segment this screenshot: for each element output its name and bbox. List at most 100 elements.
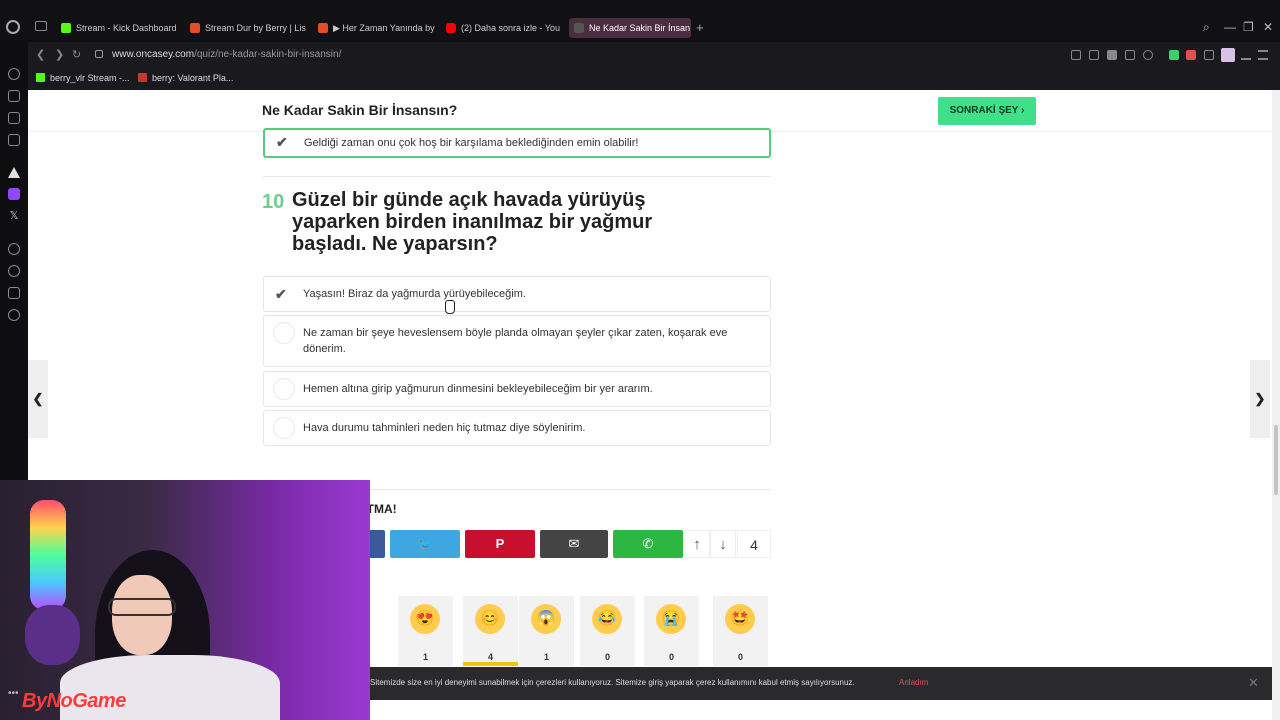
whatsapp-share-button[interactable]: ✆ <box>613 530 683 558</box>
bynogame-logo: ByNoGame <box>22 690 126 712</box>
tab-her-zaman[interactable]: ▶ Her Zaman Yanında by <box>313 18 435 38</box>
cry-emoji-icon: 😭 <box>656 604 686 634</box>
cookie-close-icon[interactable]: ✕ <box>1248 675 1259 691</box>
restore-icon[interactable]: ❐ <box>1243 20 1254 34</box>
checkmark-icon: ✔ <box>275 286 287 302</box>
cookie-text: Sitemizde size en iyi deneyimi sunabilme… <box>370 678 855 687</box>
tab-label: (2) Daha sonra izle - You <box>461 23 561 33</box>
tab-label: ▶ Her Zaman Yanında by <box>333 23 435 33</box>
reaction-star-struck[interactable]: 🤩 0 <box>713 596 768 666</box>
messenger-icon[interactable] <box>8 134 20 146</box>
answer-text: Hemen altına girip yağmurun dinmesini be… <box>303 383 653 395</box>
adblock-icon[interactable] <box>1186 50 1196 60</box>
twitch-icon[interactable] <box>8 188 20 200</box>
kick-icon <box>36 73 45 82</box>
downvote-arrow-icon[interactable]: ↓ <box>710 530 736 558</box>
page-scrollbar[interactable] <box>1272 90 1280 720</box>
tab-stream-dur[interactable]: Stream Dur by Berry | Lis <box>185 18 307 38</box>
new-tab-icon[interactable]: + <box>696 20 704 35</box>
tab-kick-dashboard[interactable]: Stream - Kick Dashboard <box>56 18 178 38</box>
extensions-icon[interactable] <box>8 287 20 299</box>
tab-youtube[interactable]: (2) Daha sonra izle - You <box>441 18 563 38</box>
bookmark-kick[interactable]: berry_vlr Stream -... <box>36 73 130 83</box>
reload-icon[interactable]: ↻ <box>72 48 81 61</box>
tab-quiz-active[interactable]: Ne Kadar Sakin Bir İnsan <box>569 18 691 38</box>
answer-option-4[interactable]: Hava durumu tahminleri neden hiç tutmaz … <box>263 410 771 446</box>
search-icon[interactable]: ⌕ <box>1203 20 1210 35</box>
download-icon[interactable] <box>1241 50 1251 60</box>
reaction-count: 1 <box>543 652 549 662</box>
bookmarks-bar: berry_vlr Stream -... berry: Valorant Pl… <box>28 68 1280 90</box>
profile-avatar[interactable] <box>1221 48 1235 62</box>
reaction-count: 4 <box>487 652 493 662</box>
upvote-arrow-icon[interactable]: ↑ <box>684 530 710 558</box>
history-icon[interactable] <box>8 68 20 80</box>
reaction-count: 0 <box>604 652 610 662</box>
settings-gear-icon[interactable] <box>8 309 20 321</box>
scrollbar-thumb[interactable] <box>1274 425 1278 495</box>
reaction-count: 0 <box>668 652 674 662</box>
pinterest-share-button[interactable]: P <box>465 530 535 558</box>
question-number: 10 <box>262 191 285 213</box>
next-thing-button[interactable]: SONRAKİ ŞEY › <box>938 97 1036 125</box>
bookmark-label: berry_vlr Stream -... <box>50 73 130 83</box>
glasses <box>108 598 176 616</box>
prev-page-arrow-icon[interactable]: ❮ <box>28 360 48 438</box>
answer-text: Yaşasın! Biraz da yağmurda yürüyebileceğ… <box>303 288 526 300</box>
reaction-smile[interactable]: 😊 4 <box>463 596 518 666</box>
email-share-button[interactable]: ✉ <box>540 530 608 558</box>
reaction-love[interactable]: 😍 1 <box>398 596 453 666</box>
crop-icon[interactable] <box>1089 50 1099 60</box>
tab-label: Stream - Kick Dashboard <box>76 23 177 33</box>
answer-radio[interactable] <box>273 417 295 439</box>
tab-switcher-icon[interactable] <box>35 21 47 31</box>
previous-answer-card[interactable]: ✔ Geldiği zaman onu çok hoş bir karşılam… <box>263 128 771 158</box>
minimize-icon[interactable]: — <box>1224 20 1236 34</box>
valorant-icon <box>138 73 147 82</box>
answer-option-2[interactable]: Ne zaman bir şeye heveslensem böyle plan… <box>263 315 771 367</box>
snapshot-icon[interactable] <box>1071 50 1081 60</box>
player-icon[interactable] <box>1125 50 1135 60</box>
back-icon[interactable]: ❮ <box>36 48 45 61</box>
twitter-share-button[interactable]: 🐦 <box>390 530 460 558</box>
cookie-accept-link[interactable]: Anladım <box>899 678 928 687</box>
opera-logo-icon[interactable] <box>6 20 20 34</box>
notes-icon[interactable] <box>8 112 20 124</box>
heart-icon[interactable] <box>1143 50 1153 60</box>
pocket-icon[interactable] <box>1107 50 1117 60</box>
youtube-icon <box>446 23 456 33</box>
player-icon[interactable] <box>8 243 20 255</box>
answer-text: Hava durumu tahminleri neden hiç tutmaz … <box>303 422 586 434</box>
reaction-laugh[interactable]: 😂 0 <box>580 596 635 666</box>
plush-toy <box>25 605 80 665</box>
url-domain: www.oncasey.com <box>112 49 195 60</box>
forward-icon[interactable]: ❯ <box>55 48 64 61</box>
extensions-icon[interactable] <box>1204 50 1214 60</box>
laugh-emoji-icon: 😂 <box>592 604 622 634</box>
x-icon[interactable]: 𝕏 <box>8 210 20 222</box>
url-field[interactable]: www.oncasey.com/quiz/ne-kadar-sakin-bir-… <box>112 49 341 60</box>
answer-option-3[interactable]: Hemen altına girip yağmurun dinmesini be… <box>263 371 771 407</box>
answer-option-1[interactable]: ✔ Yaşasın! Biraz da yağmurda yürüyebilec… <box>263 276 771 312</box>
question-text: Güzel bir günde açık havada yürüyüş yapa… <box>292 189 653 255</box>
bookmark-valorant[interactable]: berry: Valorant Pla... <box>138 73 233 83</box>
more-dots-icon[interactable]: ••• <box>8 688 19 699</box>
next-page-arrow-icon[interactable]: ❯ <box>1250 360 1270 438</box>
heart-eyes-emoji-icon: 😍 <box>410 604 440 634</box>
answer-radio[interactable] <box>273 322 295 344</box>
reaction-shock[interactable]: 😱 1 <box>519 596 574 666</box>
scream-emoji-icon: 😱 <box>531 604 561 634</box>
clock-icon[interactable] <box>8 265 20 277</box>
lock-icon <box>95 50 103 58</box>
aria-icon[interactable] <box>8 166 20 178</box>
close-window-icon[interactable]: ✕ <box>1263 20 1273 34</box>
whatsapp-icon: ✆ <box>642 536 654 551</box>
rgb-lamp <box>30 500 66 610</box>
envelope-icon: ✉ <box>568 536 580 551</box>
answer-text: Ne zaman bir şeye heveslensem böyle plan… <box>303 327 728 355</box>
answer-radio[interactable] <box>273 378 295 400</box>
vpn-shield-icon[interactable] <box>1169 50 1179 60</box>
reaction-cry[interactable]: 😭 0 <box>644 596 699 666</box>
menu-icon[interactable] <box>1258 50 1268 60</box>
workspace-icon[interactable] <box>8 90 20 102</box>
